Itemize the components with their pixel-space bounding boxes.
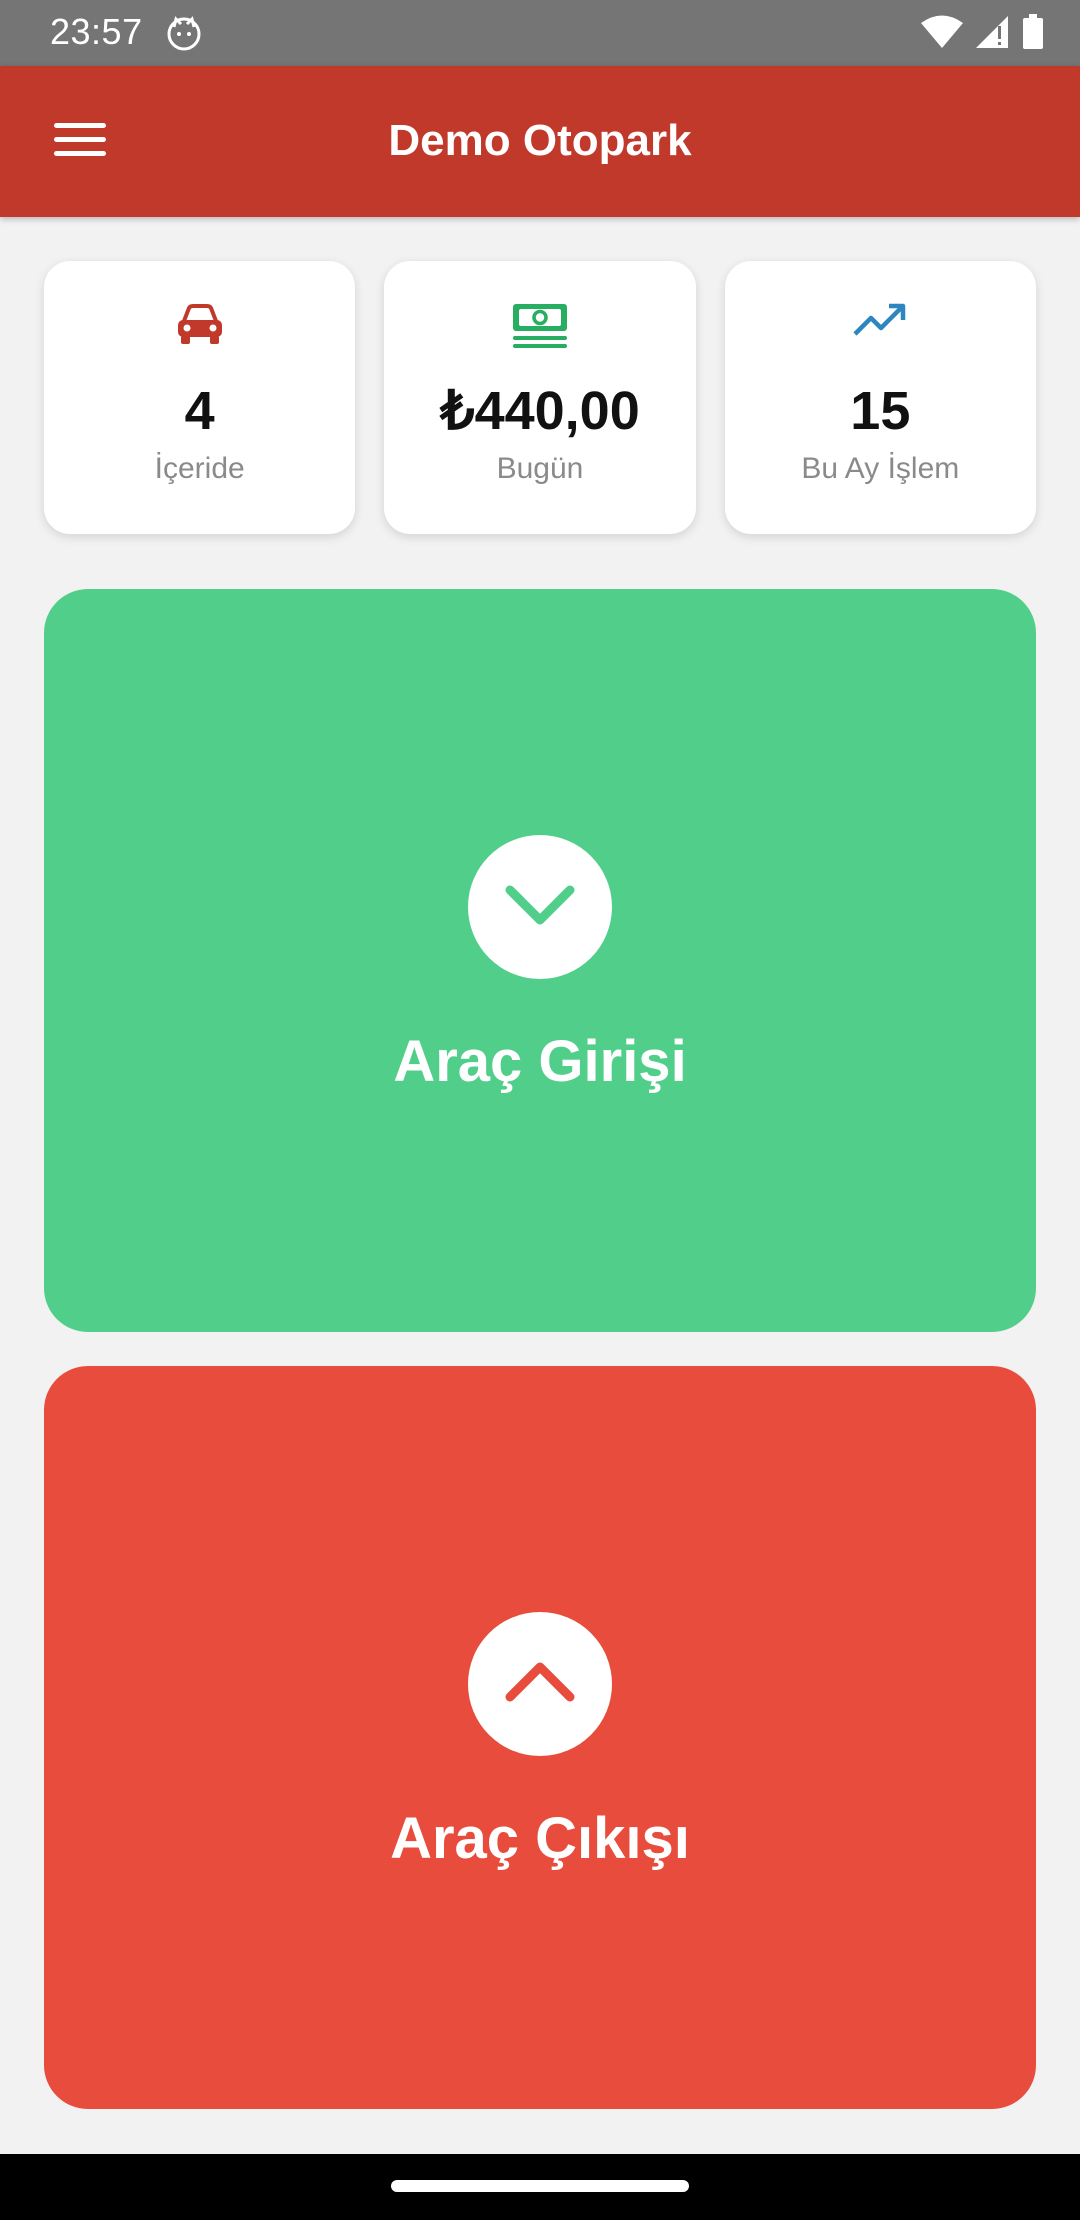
wifi-icon bbox=[920, 14, 964, 55]
stat-card-month: 15 Bu Ay İşlem bbox=[724, 261, 1036, 534]
stat-value-month: 15 bbox=[850, 381, 911, 441]
signal-icon bbox=[974, 14, 1012, 55]
stats-row: 4 İçeride ₺440,00 Bugün 15 Bu Ay İşlem bbox=[44, 261, 1036, 534]
money-icon bbox=[510, 301, 570, 351]
system-nav-bar bbox=[0, 2154, 1080, 2220]
page-title: Demo Otopark bbox=[388, 116, 692, 165]
status-bar: 23:57 bbox=[0, 0, 1080, 66]
home-gesture-handle[interactable] bbox=[391, 2180, 689, 2192]
stat-value-today: ₺440,00 bbox=[440, 381, 640, 441]
battery-icon bbox=[1022, 14, 1044, 55]
stat-label-month: Bu Ay İşlem bbox=[801, 452, 960, 485]
car-icon bbox=[174, 301, 226, 351]
vehicle-exit-label: Araç Çıkışı bbox=[390, 1806, 690, 1871]
vehicle-exit-button[interactable]: Araç Çıkışı bbox=[44, 1366, 1036, 2109]
exit-icon-circle bbox=[468, 1612, 612, 1756]
stat-card-inside: 4 İçeride bbox=[44, 261, 356, 534]
status-time: 23:57 bbox=[50, 11, 143, 52]
stat-card-today: ₺440,00 Bugün bbox=[384, 261, 696, 534]
stat-label-inside: İçeride bbox=[154, 452, 245, 485]
chevron-down-icon bbox=[500, 880, 580, 935]
cat-notification-icon bbox=[166, 15, 202, 51]
chevron-up-icon bbox=[500, 1657, 580, 1712]
vehicle-entry-button[interactable]: Araç Girişi bbox=[44, 589, 1036, 1332]
entry-icon-circle bbox=[468, 835, 612, 979]
status-icons bbox=[920, 14, 1044, 55]
app-bar: Demo Otopark bbox=[0, 66, 1080, 217]
stat-label-today: Bugün bbox=[496, 452, 584, 485]
trending-up-icon bbox=[852, 301, 908, 351]
stat-value-inside: 4 bbox=[184, 381, 215, 441]
vehicle-entry-label: Araç Girişi bbox=[393, 1029, 687, 1094]
